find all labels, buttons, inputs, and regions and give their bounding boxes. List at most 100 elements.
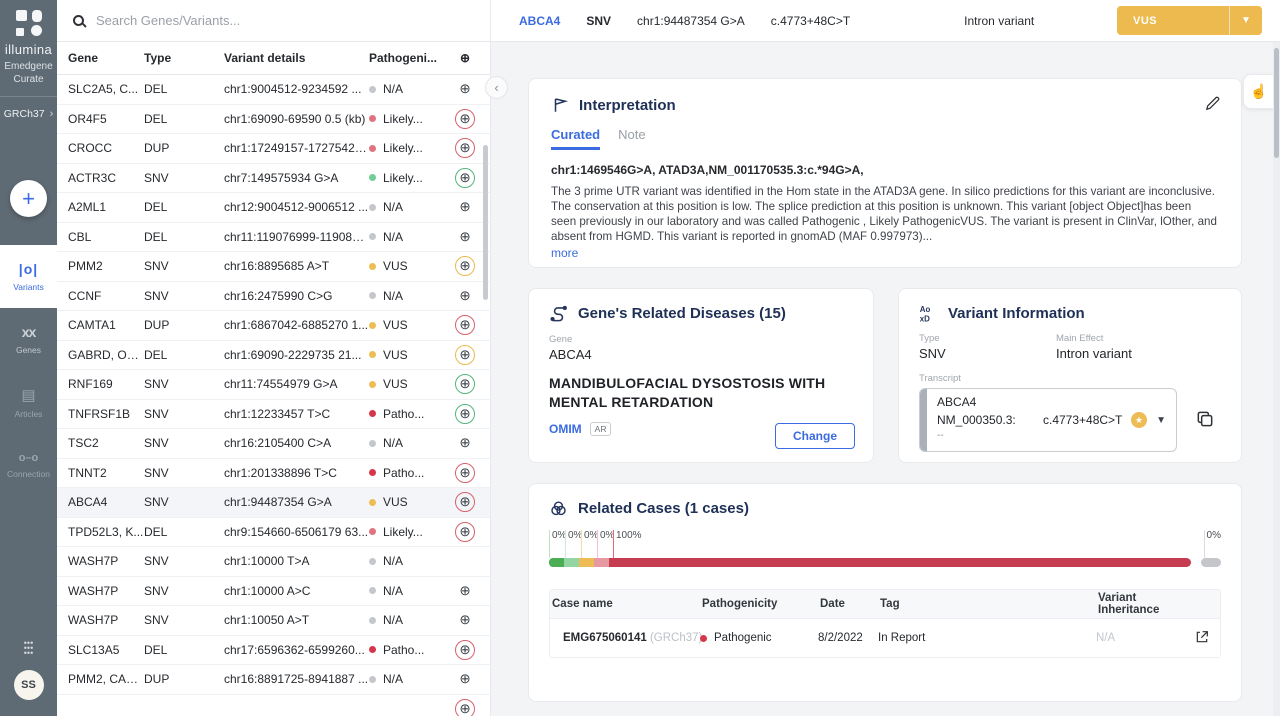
cell-type: SNV <box>144 171 224 185</box>
search-icon <box>73 15 84 26</box>
globe-icon[interactable]: ⊕ <box>455 610 475 630</box>
sidebar-item-variants[interactable]: |o| Variants <box>0 245 57 308</box>
copy-button[interactable] <box>1195 409 1215 432</box>
globe-icon[interactable]: ⊕ <box>455 433 475 453</box>
pathogenicity-label: VUS <box>383 495 408 509</box>
change-disease-button[interactable]: Change <box>775 423 855 449</box>
cell-gene: ABCA4 <box>57 495 144 509</box>
table-row[interactable]: WASH7P SNV chr1:10000 T>A N/A ⊕ <box>57 547 490 577</box>
column-header-gene[interactable]: Gene <box>57 51 144 65</box>
table-row[interactable]: TPD52L3, K... DEL chr9:154660-6506179 63… <box>57 518 490 548</box>
sidebar-nav: |o| Variants xx Genes ▤ Articles o–o Con… <box>0 245 57 497</box>
classification-button[interactable]: VUS ▼ <box>1117 6 1262 35</box>
case-name[interactable]: EMG675060141 <box>563 632 647 644</box>
column-header-details[interactable]: Variant details <box>224 51 369 65</box>
globe-icon[interactable]: ⊕ <box>455 315 475 335</box>
more-link[interactable]: more <box>551 246 578 260</box>
tab-curated[interactable]: Curated <box>551 127 600 150</box>
table-row[interactable]: ACTR3C SNV chr7:149575934 G>A Likely... … <box>57 164 490 194</box>
case-row[interactable]: EMG675060141 (GRCh37) Pathogenic 8/2/202… <box>550 618 1220 657</box>
sidebar-item-genes[interactable]: xx Genes <box>0 308 57 371</box>
pathogenicity-dot <box>700 635 707 642</box>
globe-icon[interactable]: ⊕ <box>455 197 475 217</box>
globe-icon[interactable]: ⊕ <box>455 669 475 689</box>
globe-icon[interactable]: ⊕ <box>455 168 475 188</box>
genome-build-selector[interactable]: GRCh37 › <box>4 108 54 120</box>
globe-icon[interactable]: ⊕ <box>455 256 475 276</box>
gene-value: ABCA4 <box>549 347 853 362</box>
cell-variant-details: chr16:8895685 A>T <box>224 259 369 273</box>
table-row[interactable]: A2ML1 DEL chr12:9004512-9006512 ... N/A … <box>57 193 490 223</box>
bar-percent-label: 0% <box>581 530 598 558</box>
table-row[interactable]: CROCC DUP chr1:17249157-17275421 ... Lik… <box>57 134 490 164</box>
table-row[interactable]: SLC13A5 DEL chr17:6596362-6599260... Pat… <box>57 636 490 666</box>
transcript-selector[interactable]: ABCA4 NM_000350.3: c.4773+48C>T ★ ▼ -- <box>919 388 1177 452</box>
variant-header-bar: ABCA4 SNV chr1:94487354 G>A c.4773+48C>T… <box>491 0 1280 42</box>
cell-variant-details: chr9:154660-6506179 63... <box>224 525 369 539</box>
gene-label: Gene <box>549 334 853 345</box>
panel-scrollbar-thumb[interactable] <box>1274 48 1279 158</box>
column-header-pathogenicity[interactable]: Pathogeni... <box>369 51 445 65</box>
globe-icon[interactable]: ⊕ <box>455 492 475 512</box>
table-scrollbar[interactable] <box>483 145 488 300</box>
pathogenicity-label: N/A <box>383 436 403 450</box>
globe-icon[interactable]: ⊕ <box>455 463 475 483</box>
globe-icon[interactable]: ⊕ <box>455 138 475 158</box>
user-avatar[interactable]: SS <box>14 670 44 700</box>
cell-gene: WASH7P <box>57 613 144 627</box>
table-row[interactable]: TNFRSF1B SNV chr1:12233457 T>C Patho... … <box>57 400 490 430</box>
sidebar-item-connection[interactable]: o–o Connection <box>0 434 57 497</box>
open-case-button[interactable] <box>1184 629 1220 648</box>
table-row[interactable]: OR4F5 DEL chr1:69090-69590 0.5 (kb) Like… <box>57 105 490 135</box>
app-grid-icon[interactable]: ••••••••• <box>24 641 33 656</box>
globe-icon[interactable]: ⊕ <box>455 345 475 365</box>
globe-icon[interactable]: ⊕ <box>455 109 475 129</box>
bar-percent-label: 100% <box>613 530 642 558</box>
collapse-panel-button[interactable]: ‹ <box>485 76 508 99</box>
variant-information-card: AoxD Variant Information Type SNV Main E… <box>898 288 1242 463</box>
table-row[interactable]: CBL DEL chr11:119076999-1190808... N/A ⊕ <box>57 223 490 253</box>
globe-icon[interactable]: ⊕ <box>455 699 475 716</box>
cell-type: SNV <box>144 495 224 509</box>
chevron-down-icon[interactable]: ▼ <box>1156 415 1166 426</box>
table-row[interactable]: ABCA4 SNV chr1:94487354 G>A VUS ⊕ <box>57 488 490 518</box>
table-row[interactable]: CAMTA1 DUP chr1:6867042-6885270 1... VUS… <box>57 311 490 341</box>
globe-icon[interactable]: ⊕ <box>455 286 475 306</box>
diseases-route-icon <box>549 304 568 323</box>
edit-interpretation-button[interactable] <box>1204 95 1221 115</box>
omim-link[interactable]: OMIM <box>549 422 582 436</box>
globe-icon[interactable]: ⊕ <box>455 404 475 424</box>
table-row[interactable]: CCNF SNV chr16:2475990 C>G N/A ⊕ <box>57 282 490 312</box>
globe-icon[interactable]: ⊕ <box>455 374 475 394</box>
globe-icon[interactable]: ⊕ <box>455 227 475 247</box>
bar-percent-label: 0% <box>565 530 582 558</box>
table-row[interactable]: TSC2 SNV chr16:2105400 C>A N/A ⊕ <box>57 429 490 459</box>
table-row[interactable]: RNF169 SNV chr11:74554979 G>A VUS ⊕ <box>57 370 490 400</box>
table-row[interactable]: ⊕ <box>57 695 490 716</box>
chevron-down-icon[interactable]: ▼ <box>1229 6 1262 35</box>
table-row[interactable]: TNNT2 SNV chr1:201338896 T>C Patho... ⊕ <box>57 459 490 489</box>
bar-percent-label: 0% <box>549 530 566 558</box>
search-input[interactable] <box>96 13 396 28</box>
tab-note[interactable]: Note <box>618 127 645 150</box>
globe-icon[interactable]: ⊕ <box>455 79 475 99</box>
panel-scrollbar-track[interactable] <box>1273 42 1280 716</box>
actions-tab[interactable]: ☝ <box>1243 74 1274 109</box>
table-row[interactable]: PMM2, CAR... DUP chr16:8891725-8941887 .… <box>57 665 490 695</box>
globe-icon[interactable]: ⊕ <box>455 640 475 660</box>
table-row[interactable]: GABRD, OR... DEL chr1:69090-2229735 21..… <box>57 341 490 371</box>
table-row[interactable]: WASH7P SNV chr1:10050 A>T N/A ⊕ <box>57 606 490 636</box>
globe-icon[interactable]: ⊕ <box>455 522 475 542</box>
table-row[interactable]: PMM2 SNV chr16:8895685 A>T VUS ⊕ <box>57 252 490 282</box>
globe-icon[interactable]: ⊕ <box>455 581 475 601</box>
column-header-type[interactable]: Type <box>144 51 224 65</box>
add-button[interactable]: + <box>10 180 47 217</box>
table-row[interactable]: SLC2A5, C... DEL chr1:9004512-9234592 ..… <box>57 75 490 105</box>
product-name-line2: Curate <box>4 73 52 86</box>
variant-gene-link[interactable]: ABCA4 <box>519 14 560 28</box>
cell-pathogenicity: Likely... <box>369 112 445 126</box>
sidebar-item-articles[interactable]: ▤ Articles <box>0 371 57 434</box>
illumina-logo-icon <box>16 10 42 36</box>
cell-pathogenicity: N/A <box>369 554 445 568</box>
table-row[interactable]: WASH7P SNV chr1:10000 A>C N/A ⊕ <box>57 577 490 607</box>
